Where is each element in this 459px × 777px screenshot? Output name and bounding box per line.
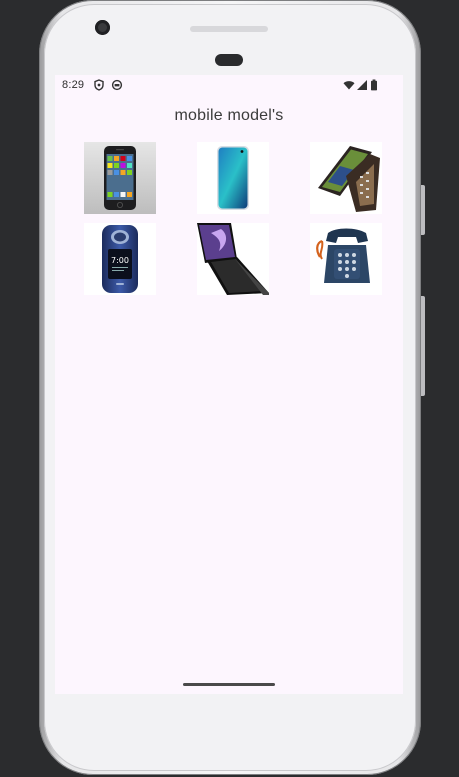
blue-flip-phone-image: 7:00 <box>102 225 138 293</box>
rotary-telephone-image <box>316 228 370 283</box>
flip-smartphone-image <box>318 146 380 212</box>
volume-button <box>421 296 425 396</box>
svg-text:7:00: 7:00 <box>111 256 129 265</box>
front-camera <box>95 20 110 35</box>
wifi-icon <box>343 79 355 91</box>
status-time: 8:29 <box>62 79 85 91</box>
model-tile-flip-smartphone[interactable] <box>310 142 382 214</box>
model-tile-rotary-telephone[interactable] <box>310 223 382 295</box>
model-tile-galaxy-z-flip[interactable] <box>197 223 269 295</box>
power-button <box>421 185 425 235</box>
status-bar: 8:29 <box>55 75 403 95</box>
model-tile-blue-flip-phone[interactable]: 7:00 <box>84 223 156 295</box>
galaxy-z-flip-image <box>197 223 269 295</box>
battery-icon <box>370 79 378 91</box>
iphone-image <box>84 142 156 214</box>
shield-icon <box>93 79 105 91</box>
signal-icon <box>356 79 368 91</box>
gesture-nav-handle[interactable] <box>183 683 275 686</box>
model-tile-galaxy-s10[interactable] <box>197 142 269 214</box>
galaxy-s10-image <box>217 146 249 210</box>
speaker-grille <box>190 26 268 32</box>
circle-status-icon <box>111 79 123 91</box>
app-screen: 8:29 mobile model's 7:00 <box>55 75 403 694</box>
page-title: mobile model's <box>174 107 284 124</box>
model-tile-iphone[interactable] <box>84 142 156 214</box>
earpiece <box>215 54 243 66</box>
